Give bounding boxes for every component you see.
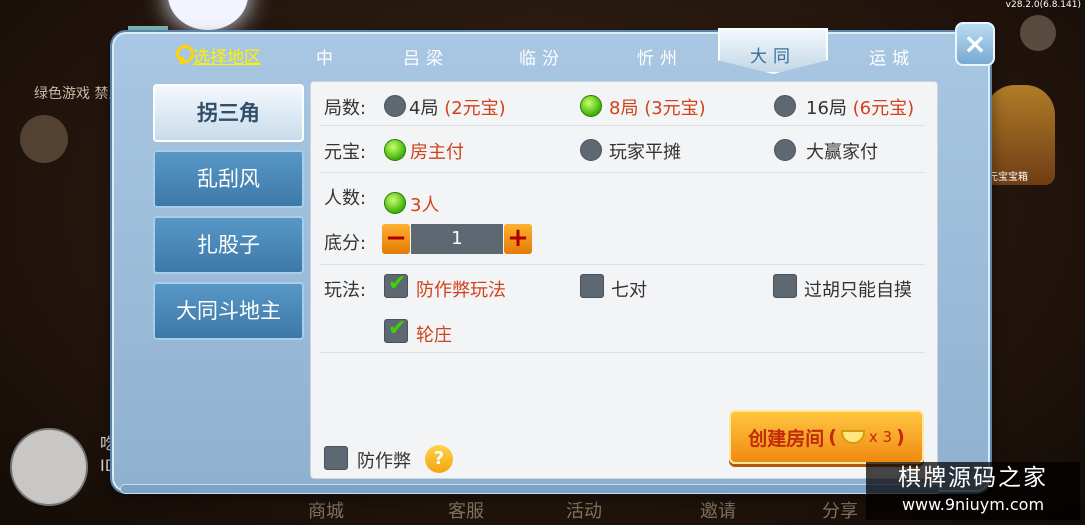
- rule-anticheat-checkbox[interactable]: ✔: [384, 271, 408, 298]
- rounds-8-option[interactable]: 8局 (3元宝): [609, 94, 706, 120]
- rounds-8-count: 8局: [609, 98, 639, 119]
- bottom-tab-shop[interactable]: 商城: [308, 497, 344, 523]
- divider: [320, 125, 925, 126]
- house-decoration: [128, 0, 168, 30]
- tab-city-zhong[interactable]: 中: [316, 44, 339, 69]
- payment-winner-radio[interactable]: [774, 139, 796, 161]
- rules-label: 玩法:: [324, 280, 367, 301]
- rule-rotate-dealer-checkbox[interactable]: ✔: [384, 316, 408, 343]
- rounds-16-count: 16局: [806, 98, 847, 119]
- game-item-zhaguzi[interactable]: 扎股子: [153, 216, 304, 274]
- anticheat-checkbox[interactable]: [324, 446, 348, 470]
- game-item-guaisanjiao[interactable]: 拐三角: [153, 84, 304, 142]
- rounds-4-cost: (2元宝): [444, 98, 506, 119]
- payment-label: 元宝:: [324, 142, 367, 163]
- rounds-4-radio[interactable]: [384, 95, 406, 117]
- location-pin-icon: [175, 45, 194, 65]
- base-score-value: 1: [411, 224, 503, 254]
- watermark: 棋牌源码之家 www.9niuym.com: [866, 462, 1080, 520]
- divider: [320, 172, 925, 173]
- payment-owner-radio[interactable]: [384, 139, 406, 161]
- close-button[interactable]: ×: [955, 22, 995, 66]
- players-3-option[interactable]: 3人: [410, 191, 439, 217]
- divider: [320, 352, 925, 353]
- rounds-label: 局数:: [324, 98, 367, 119]
- anticheat-label: 防作弊: [357, 451, 411, 472]
- bottom-tab-activity[interactable]: 活动: [566, 497, 602, 523]
- rule-rotate-dealer-option[interactable]: 轮庄: [416, 321, 452, 347]
- create-room-cost: x 3: [868, 428, 893, 446]
- players-label: 人数:: [324, 188, 367, 209]
- tab-city-yuncheng[interactable]: 运城: [869, 44, 915, 69]
- watermark-title: 棋牌源码之家: [898, 465, 1048, 491]
- create-room-button[interactable]: 创建房间 ( x 3 ): [729, 410, 924, 464]
- base-score-minus-button[interactable]: −: [382, 224, 410, 254]
- payment-owner-option[interactable]: 房主付: [410, 138, 464, 164]
- watermark-url: www.9niuym.com: [901, 495, 1045, 514]
- payment-winner-option[interactable]: 大赢家付: [806, 138, 878, 164]
- base-score-plus-button[interactable]: +: [504, 224, 532, 254]
- rule-selfdraw-option[interactable]: 过胡只能自摸: [804, 276, 912, 302]
- bottom-tab-invite[interactable]: 邀请: [700, 497, 736, 523]
- rounds-16-option[interactable]: 16局 (6元宝): [806, 94, 914, 120]
- base-score-label: 底分:: [324, 233, 367, 254]
- rule-qidui-option[interactable]: 七对: [611, 276, 647, 302]
- region-selector[interactable]: 选择地区: [175, 43, 261, 68]
- bottom-tab-service[interactable]: 客服: [448, 497, 484, 523]
- divider: [320, 264, 925, 265]
- treasure-chest-label: 元宝宝箱: [988, 172, 1028, 183]
- payment-split-radio[interactable]: [580, 139, 602, 161]
- ingot-icon: [840, 430, 865, 444]
- rule-anticheat-option[interactable]: 防作弊玩法: [416, 276, 506, 302]
- settings-gear-icon[interactable]: [1020, 15, 1056, 51]
- payment-split-option[interactable]: 玩家平摊: [609, 138, 681, 164]
- dialog-scrollbar: [120, 484, 940, 494]
- background-hint-text: 绿色游戏 禁止: [34, 86, 123, 102]
- create-room-label: 创建房间: [748, 427, 825, 450]
- rounds-4-count: 4局: [409, 98, 439, 119]
- rounds-4-option[interactable]: 4局 (2元宝): [409, 94, 506, 120]
- tab-city-xinzhou[interactable]: 忻州: [637, 44, 683, 69]
- game-item-datong-doudizhu[interactable]: 大同斗地主: [153, 282, 304, 340]
- rounds-16-radio[interactable]: [774, 95, 796, 117]
- help-icon[interactable]: ?: [425, 445, 453, 473]
- checkmark-icon: ✔: [388, 271, 407, 296]
- checkmark-icon: ✔: [388, 316, 407, 341]
- game-item-luanguafeng[interactable]: 乱刮风: [153, 150, 304, 208]
- tab-city-lvliang[interactable]: 吕梁: [403, 44, 449, 69]
- players-3-radio[interactable]: [384, 192, 406, 214]
- version-label: v28.2.0(6.8.141): [1005, 0, 1081, 10]
- region-selector-label: 选择地区: [193, 47, 261, 68]
- rule-selfdraw-checkbox[interactable]: [773, 274, 797, 298]
- tab-city-linfen[interactable]: 临汾: [519, 44, 565, 69]
- rounds-8-cost: (3元宝): [644, 98, 706, 119]
- record-stamp-icon[interactable]: [20, 115, 68, 163]
- rounds-8-radio[interactable]: [580, 95, 602, 117]
- rule-qidui-checkbox[interactable]: [580, 274, 604, 298]
- rounds-16-cost: (6元宝): [852, 98, 915, 119]
- bottom-tab-share[interactable]: 分享: [822, 497, 858, 523]
